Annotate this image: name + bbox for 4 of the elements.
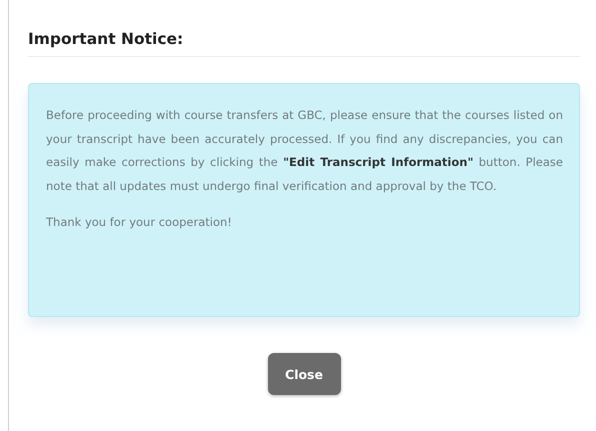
notice-text: Thank you for your cooperation! (46, 214, 233, 231)
notice-text: Before proceeding with course transfers at GBC, please ensure that the courses listed on your transcript have been accurately processed. If you find any discrepancies, you can easily make corrections by clicking the "Edit Transcript Information" button. Please note that all updates must undergo final verification and approval by the TCO. (46, 107, 563, 194)
close-button[interactable]: Close (268, 353, 340, 395)
notice-title: Important Notice: (28, 30, 184, 50)
